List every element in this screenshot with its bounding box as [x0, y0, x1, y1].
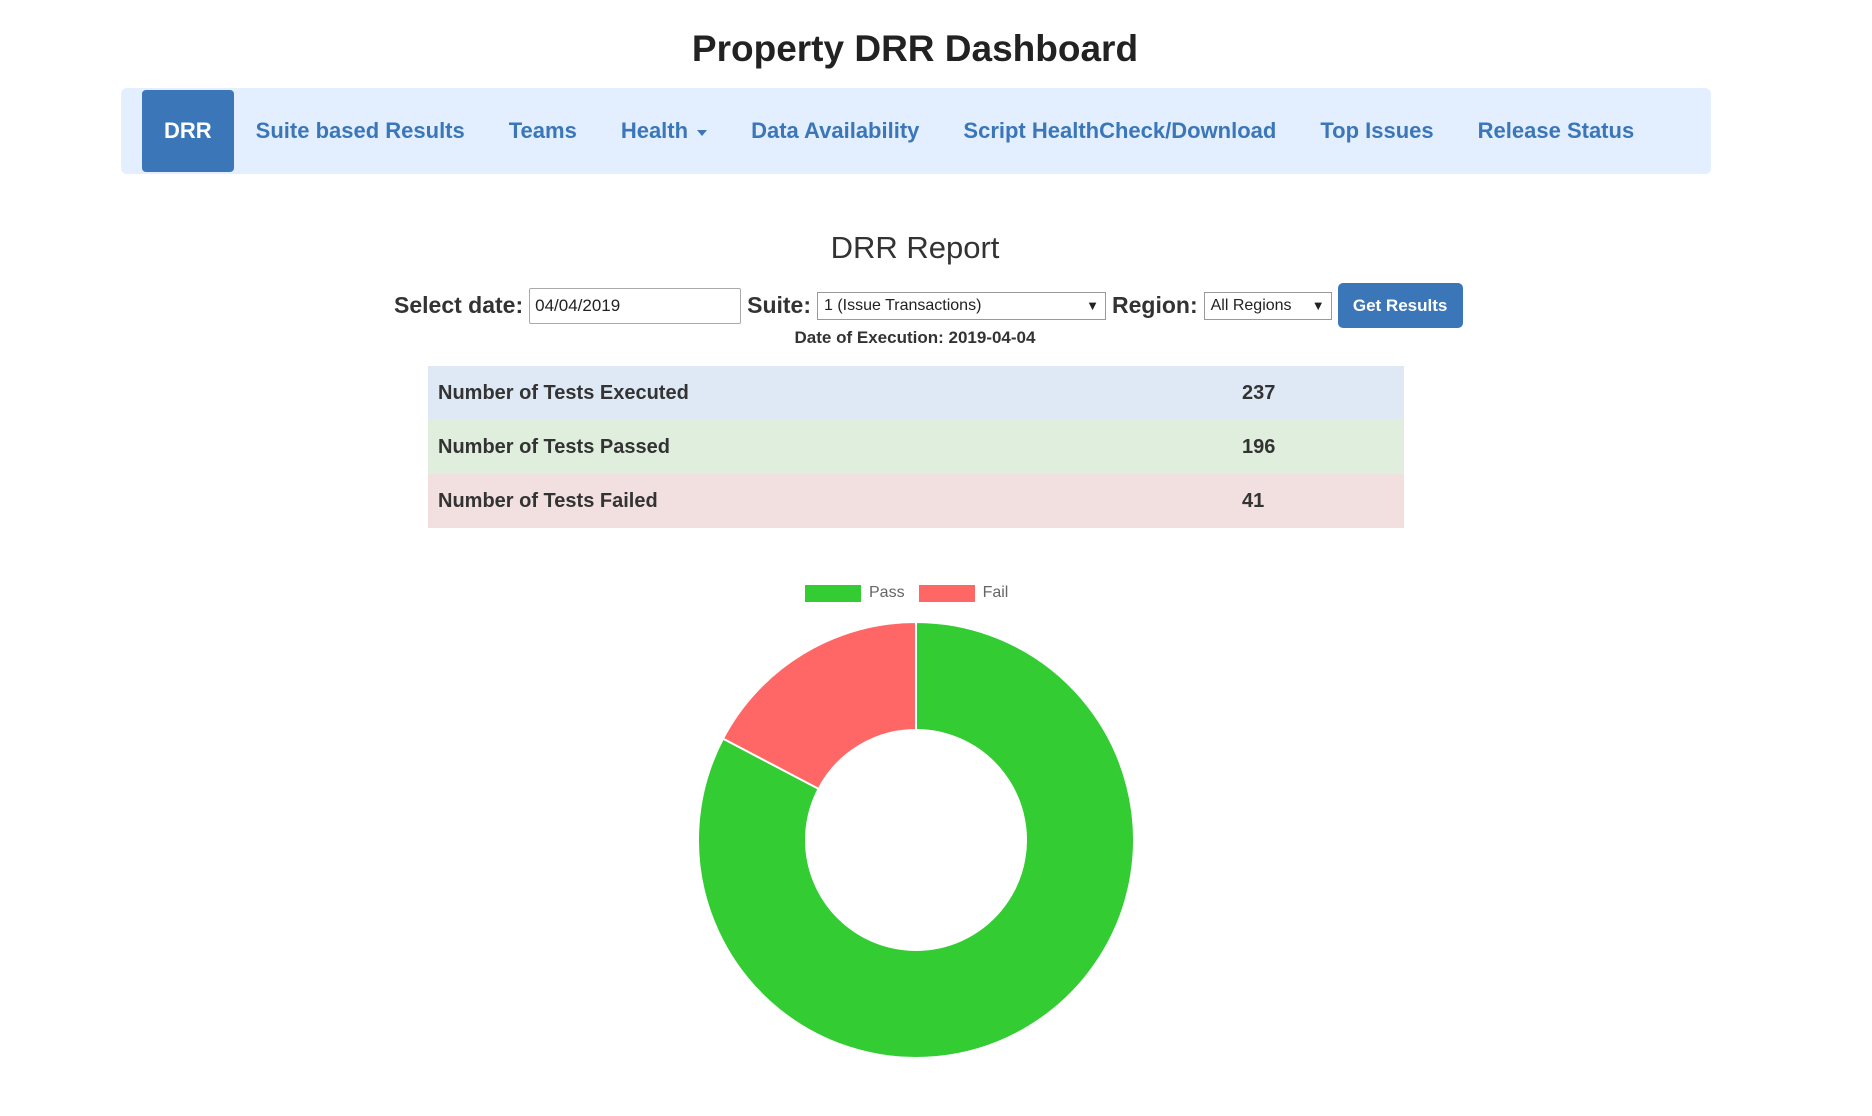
region-select[interactable]: All Regions ▼ — [1203, 291, 1332, 320]
stat-label: Number of Tests Passed — [438, 435, 670, 458]
stat-value: 41 — [1242, 489, 1265, 512]
legend-item-fail[interactable]: Fail — [918, 584, 1009, 602]
suite-select[interactable]: 1 (Issue Transactions) ▼ — [817, 291, 1106, 320]
suite-select-value: 1 (Issue Transactions) — [824, 296, 982, 314]
stat-value: 196 — [1242, 435, 1276, 458]
stat-label: Number of Tests Failed — [438, 489, 658, 512]
legend-swatch-pass — [805, 584, 861, 602]
caret-down-icon — [697, 129, 708, 136]
stat-value: 237 — [1242, 381, 1276, 404]
table-row: Number of Tests Executed 237 — [428, 366, 1404, 420]
nav-item-drr[interactable]: DRR — [142, 90, 234, 172]
dashboard-page: Property DRR Dashboard DRR Suite based R… — [0, 0, 1872, 1116]
region-select-value: All Regions — [1210, 296, 1292, 314]
suite-label: Suite: — [747, 292, 811, 318]
nav-item-data-availability[interactable]: Data Availability — [729, 90, 941, 172]
nav-item-health[interactable]: Health — [599, 90, 729, 172]
region-label: Region: — [1112, 292, 1198, 318]
main-navbar: DRR Suite based Results Teams Health Dat… — [121, 88, 1711, 174]
nav-item-script-healthcheck[interactable]: Script HealthCheck/Download — [941, 90, 1298, 172]
table-row: Number of Tests Passed 196 — [428, 420, 1404, 474]
pass-fail-donut-chart — [697, 620, 1135, 1059]
date-label: Select date: — [394, 292, 524, 318]
stats-table: Number of Tests Executed 237 Number of T… — [428, 366, 1404, 528]
nav-item-health-label: Health — [620, 118, 689, 143]
date-input[interactable] — [529, 287, 742, 324]
legend-label-fail: Fail — [982, 584, 1009, 601]
nav-item-teams[interactable]: Teams — [487, 90, 599, 172]
legend-swatch-fail — [918, 584, 975, 602]
chart-legend: Pass Fail — [805, 584, 1022, 602]
legend-item-pass[interactable]: Pass — [805, 584, 905, 602]
execution-date: Date of Execution: 2019-04-04 — [794, 328, 1036, 347]
page-title: Property DRR Dashboard — [691, 28, 1139, 69]
table-row: Number of Tests Failed 41 — [428, 474, 1404, 528]
report-title: DRR Report — [830, 230, 1000, 265]
stat-label: Number of Tests Executed — [438, 381, 689, 404]
nav-item-top-issues[interactable]: Top Issues — [1298, 90, 1455, 172]
nav-item-suite-based-results[interactable]: Suite based Results — [234, 90, 487, 172]
filter-bar: Select date: Suite: 1 (Issue Transaction… — [394, 283, 1463, 328]
dropdown-arrow-icon: ▼ — [1311, 298, 1325, 313]
legend-label-pass: Pass — [869, 584, 905, 601]
nav-item-release-status[interactable]: Release Status — [1456, 90, 1657, 172]
get-results-button[interactable]: Get Results — [1337, 283, 1463, 328]
dropdown-arrow-icon: ▼ — [1086, 298, 1099, 313]
